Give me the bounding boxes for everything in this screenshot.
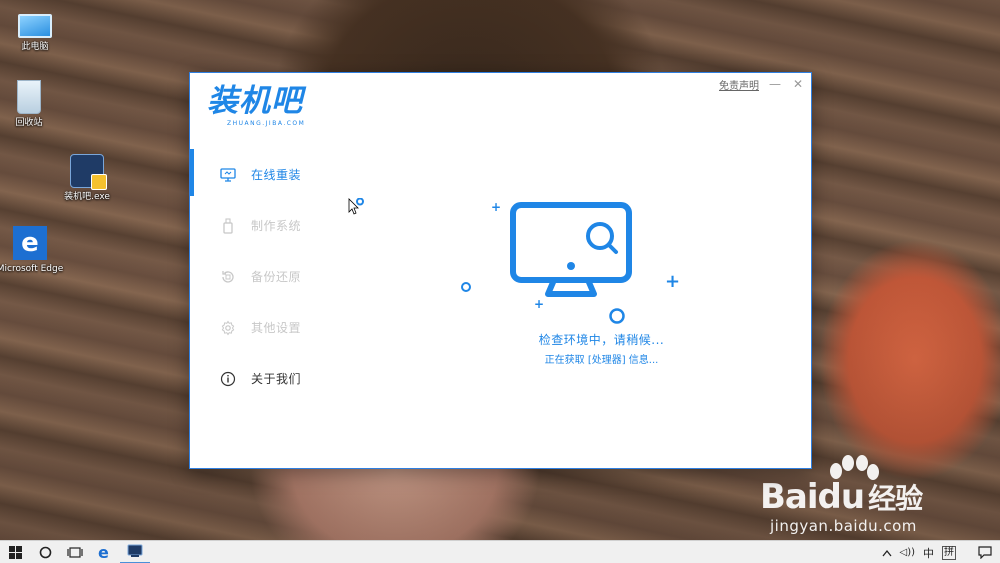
recycle-bin-icon <box>17 80 41 114</box>
volume-icon: ◁)) <box>899 547 916 558</box>
logo-text: 装机吧 <box>207 83 303 119</box>
monitor-icon <box>220 167 236 183</box>
installer-window: 装机吧 ZHUANG.JIBA.COM 免责声明 — ✕ 在线重装 制作系统 备… <box>189 72 812 469</box>
taskbar: e ◁)) 中 拼 <box>0 540 1000 563</box>
sidebar-item-online-reinstall[interactable]: 在线重装 <box>190 149 350 200</box>
sparkle-plus-icon: + <box>491 200 502 214</box>
desktop-icon-this-pc[interactable]: 此电脑 <box>0 8 70 53</box>
sparkle-ring-icon <box>609 308 625 324</box>
zhuangjiba-app-icon <box>70 154 107 190</box>
sidebar-item-label: 在线重装 <box>251 168 302 182</box>
volume-button[interactable]: ◁)) <box>900 547 916 558</box>
sparkle-plus-icon: + <box>665 271 681 292</box>
desktop-icon-label: Microsoft Edge <box>0 264 64 274</box>
desktop-icon-zhuangjiba[interactable]: 装机吧.exe <box>52 154 122 203</box>
notification-icon <box>978 546 992 559</box>
watermark-url: jingyan.baidu.com <box>770 517 917 535</box>
sidebar-item-label: 关于我们 <box>251 372 302 386</box>
minimize-button[interactable]: — <box>768 77 782 91</box>
chevron-up-icon <box>881 549 892 556</box>
windows-logo-icon <box>8 545 22 559</box>
monitor-search-icon <box>510 202 632 297</box>
zhuangjiba-app-icon <box>127 544 143 557</box>
sidebar-item-label: 备份还原 <box>251 270 302 284</box>
sparkle-ring-icon <box>461 282 471 292</box>
action-center-button[interactable] <box>978 546 992 559</box>
cortana-search-button[interactable] <box>30 541 60 563</box>
usb-drive-icon <box>220 217 236 234</box>
mouse-pointer-busy-icon <box>348 198 364 215</box>
desktop-icon-recycle-bin[interactable]: 回收站 <box>0 80 64 129</box>
task-view-icon <box>67 546 83 558</box>
sparkle-plus-icon: + <box>534 297 545 311</box>
disclaimer-link[interactable]: 免责声明 <box>719 77 759 92</box>
input-language-button[interactable]: 中 <box>923 545 934 561</box>
desktop-icon-label: 装机吧.exe <box>64 192 110 202</box>
desktop-icon-label: 回收站 <box>15 118 43 128</box>
show-hidden-icons-button[interactable] <box>881 549 892 557</box>
edge-icon: e <box>13 226 47 260</box>
desktop-icon-edge[interactable]: e Microsoft Edge <box>0 226 65 275</box>
sidebar-item-make-system[interactable]: 制作系统 <box>190 200 350 251</box>
sidebar-item-label: 制作系统 <box>251 219 302 233</box>
status-message: 检查环境中，请稍候... <box>538 333 665 347</box>
sidebar-item-backup-restore[interactable]: 备份还原 <box>190 251 350 302</box>
ime-mode-button[interactable]: 拼 <box>942 545 956 560</box>
start-button[interactable] <box>0 541 30 563</box>
close-button[interactable]: ✕ <box>791 77 805 91</box>
status-detail: 正在获取 [处理器] 信息... <box>544 355 659 366</box>
baidu-jingyan-logo-text: Baidu 经验 <box>760 477 923 517</box>
info-icon <box>220 371 236 387</box>
backup-restore-icon <box>220 269 236 285</box>
window-title-controls: 免责声明 — ✕ <box>719 76 805 92</box>
edge-icon: e <box>98 544 109 560</box>
cortana-circle-icon <box>39 546 51 558</box>
system-tray: ◁)) 中 拼 <box>881 541 1000 563</box>
desktop-icon-label: 此电脑 <box>21 42 49 52</box>
task-view-button[interactable] <box>60 541 90 563</box>
svg-text:e: e <box>98 544 109 560</box>
taskbar-zhuangjiba-button[interactable] <box>120 541 150 563</box>
taskbar-edge-button[interactable]: e <box>90 541 120 563</box>
app-logo: 装机吧 ZHUANG.JIBA.COM <box>207 83 322 133</box>
computer-icon <box>18 14 52 38</box>
logo-subtext: ZHUANG.JIBA.COM <box>227 120 306 127</box>
